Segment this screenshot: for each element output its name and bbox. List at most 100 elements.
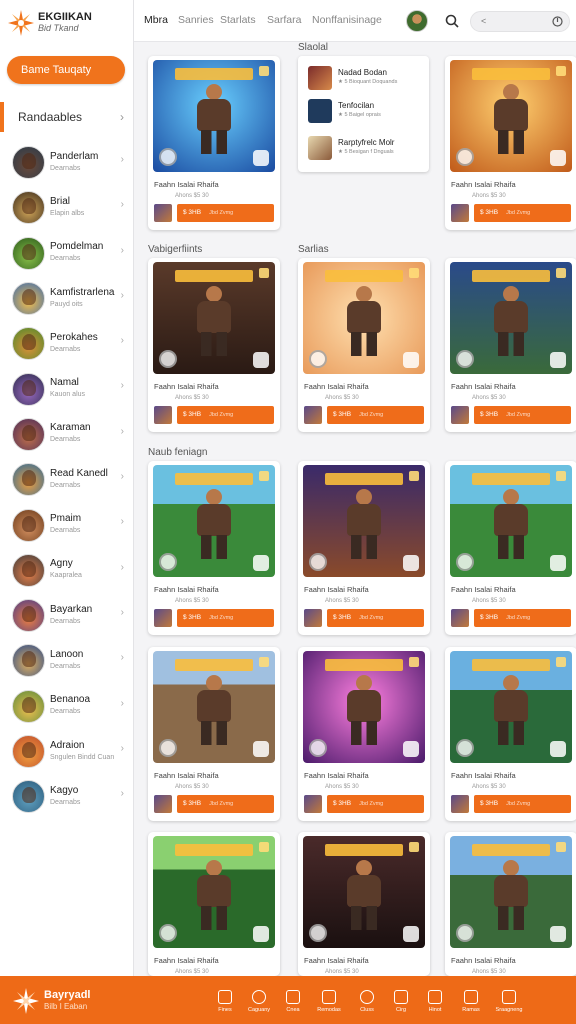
sidebar-item[interactable]: Bayarkan Dearnabs › — [0, 593, 134, 638]
buy-button-label: $ 3HB — [480, 614, 499, 621]
list-item[interactable]: Rarptyfrelc Molr ★ 5 Besigan f Dnguals — [306, 136, 424, 164]
card-title: Faahn Isalai Rhaifa — [154, 382, 219, 391]
sidebar-item[interactable]: Lanoon Dearnabs › — [0, 638, 134, 683]
game-card[interactable]: Faahn Isalai RhaifaAhons $5 30$ 3HBJbd Z… — [148, 647, 280, 821]
game-cover-art — [153, 60, 275, 172]
card-price: Ahons $5 30 — [325, 969, 359, 975]
game-card[interactable]: Faahn Isalai RhaifaAhons $5 30$ 3HBJbd Z… — [298, 461, 430, 635]
sidebar-item[interactable]: Pmaim Dearnabs › — [0, 502, 134, 547]
tab-series[interactable]: Sanries — [178, 14, 214, 26]
sidebar-item[interactable]: Panderlam Dearnabs › — [0, 140, 134, 185]
card-title: Faahn Isalai Rhaifa — [304, 585, 369, 594]
platform-badge-icon — [550, 352, 566, 368]
card-price: Ahons $5 30 — [472, 193, 506, 199]
title-banner — [325, 844, 403, 856]
list-item[interactable]: Tenfocilan ★ 5 Baigel oprais — [306, 99, 424, 127]
chevron-right-icon: › — [120, 788, 124, 800]
tab-nonffanisinage[interactable]: Nonffanisinage — [312, 14, 382, 26]
bottom-nav-item[interactable]: Cnea — [275, 990, 311, 1013]
sidebar-item[interactable]: Read Kanedl Dearnabs › — [0, 457, 134, 502]
game-cover-art — [153, 651, 275, 763]
list-item-name: Nadad Bodan — [338, 68, 387, 77]
bottom-nav-item[interactable]: Remodas — [311, 990, 347, 1013]
card-price: Ahons $5 30 — [175, 395, 209, 401]
tab-stars[interactable]: Starlats — [220, 14, 256, 26]
user-avatar[interactable] — [406, 10, 428, 32]
sidebar-item-sublabel: Dearnabs — [50, 617, 81, 625]
search-icon[interactable] — [444, 13, 460, 29]
game-thumbnail — [154, 406, 172, 424]
game-card[interactable]: Faahn Isalai RhaifaAhons $5 30$ 3HBJbd Z… — [445, 647, 576, 821]
section-sales-label: Sarlias — [298, 244, 329, 255]
title-banner — [175, 270, 253, 282]
sidebar-item[interactable]: Kagyo Dearnabs › — [0, 774, 134, 819]
bottom-nav-item[interactable]: Cirg — [383, 990, 419, 1013]
sidebar-item[interactable]: Karaman Dearnabs › — [0, 412, 134, 457]
game-card[interactable]: Faahn Isalai RhaifaAhons $5 30$ 3HBJbd Z… — [445, 258, 576, 432]
sidebar-item[interactable]: Brial Elapin albs › — [0, 185, 134, 230]
platform-badge-icon — [403, 926, 419, 942]
character-figure — [341, 860, 387, 930]
bottom-nav-label: Ramas — [462, 1007, 480, 1013]
buy-button[interactable]: $ 3HB Jbd Zvmg — [327, 795, 424, 813]
bottom-nav-item[interactable]: Fines — [207, 990, 243, 1013]
game-card[interactable]: Faahn Isalai RhaifaAhons $5 30$ 3HBJbd Z… — [445, 832, 576, 976]
card-price: Ahons $5 30 — [175, 193, 209, 199]
game-card[interactable]: Faahn Isalai RhaifaAhons $5 30$ 3HBJbd Z… — [298, 258, 430, 432]
buy-button[interactable]: $ 3HB Jbd Zvmg — [177, 609, 274, 627]
game-card[interactable]: Faahn Isalai RhaifaAhons $5 30$ 3HBJbd Z… — [298, 647, 430, 821]
sidebar-item[interactable]: Benanoa Dearnabs › — [0, 684, 134, 729]
bottom-nav-item[interactable]: Ramas — [453, 990, 489, 1013]
brand-logo[interactable]: EKGIIKAN Bid Tkand — [8, 10, 92, 36]
buy-button[interactable]: $ 3HB Jbd Zvmg — [474, 406, 571, 424]
sidebar-item-sublabel: Elapin albs — [50, 209, 85, 217]
sidebar-item[interactable]: Agny Kaapralea › — [0, 548, 134, 593]
game-card[interactable]: Faahn Isalai Rhaifa Ahons $5 30 $ 3HBJbd Z… — [148, 258, 280, 432]
sidebar-section-header[interactable]: Randaables › — [0, 102, 134, 132]
brand-title: EKGIIKAN — [38, 11, 92, 23]
buy-button[interactable]: $ 3HB Jbd Zvmg — [327, 609, 424, 627]
sidebar-item[interactable]: Pomdelman Dearnabs › — [0, 231, 134, 276]
buy-button-sublabel: Jbd Zvmg — [209, 801, 234, 807]
buy-button-sublabel: Jbd Zvmg — [359, 615, 384, 621]
tab-sarfara[interactable]: Sarfara — [267, 14, 301, 26]
bottom-nav-item[interactable]: Sraagneng — [491, 990, 527, 1013]
buy-button[interactable]: $ 3HB Jbd Zvmg — [474, 795, 571, 813]
game-thumbnail — [451, 406, 469, 424]
sidebar-item[interactable]: Kamfistrarlena Pauyd oits › — [0, 276, 134, 321]
buy-button[interactable]: $ 3HB Jbd Zvmg — [177, 204, 274, 222]
list-item[interactable]: Nadad Bodan ★ 5 Bioquant Doquands — [306, 66, 424, 94]
buy-button[interactable]: $ 3HB Jbd Zvmg — [177, 406, 274, 424]
footer-logo[interactable]: Bayryadl Bilb I Eaban — [12, 987, 90, 1015]
bottom-bar: Bayryadl Bilb I Eaban Fines Caguany Cnea Re… — [0, 976, 576, 1024]
bottom-nav-item[interactable]: Cluss — [349, 990, 385, 1013]
tab-home[interactable]: Mbra — [144, 14, 168, 26]
game-card[interactable]: Faahn Isalai RhaifaAhons $5 30$ 3HBJbd Z… — [148, 461, 280, 635]
buy-button[interactable]: $ 3HB Jbd Zvmg — [474, 609, 571, 627]
clear-search-icon[interactable] — [552, 16, 563, 27]
ability-orb-icon — [456, 739, 474, 757]
bottom-nav-label: Cnea — [286, 1007, 300, 1013]
game-card[interactable]: Faahn Isalai RhaifaAhons $5 30$ 3HBJbd Z… — [148, 832, 280, 976]
bottom-nav-item[interactable]: Hinot — [417, 990, 453, 1013]
sidebar-item[interactable]: Namal Kauon alus › — [0, 366, 134, 411]
section-featured-label: Slaolal — [298, 42, 329, 53]
buy-button[interactable]: $ 3HB Jbd Zvmg — [327, 406, 424, 424]
buy-button[interactable]: $ 3HB Jbd Zvmg — [177, 795, 274, 813]
bottom-nav-item[interactable]: Caguany — [241, 990, 277, 1013]
game-card[interactable]: Faahn Isalai Rhaifa Ahons $5 30 $ 3HBJbd Z… — [148, 56, 280, 230]
sidebar-item[interactable]: Perokahes Dearnabs › — [0, 321, 134, 366]
game-card[interactable]: Faahn Isalai RhaifaAhons $5 30$ 3HBJbd Z… — [445, 56, 576, 230]
card-title: Faahn Isalai Rhaifa — [154, 956, 219, 965]
sidebar-item-sublabel: Kaapralea — [50, 572, 82, 580]
title-banner — [175, 844, 253, 856]
sidebar-item[interactable]: Adraion Sngulen Bindd Cuan › — [0, 729, 134, 774]
home-icon — [218, 990, 232, 1004]
buy-button[interactable]: $ 3HB Jbd Zvmg — [474, 204, 571, 222]
card-title: Faahn Isalai Rhaifa — [154, 180, 219, 189]
home-button[interactable]: Bame Tauqaty — [7, 56, 125, 84]
card-title: Faahn Isalai Rhaifa — [154, 771, 219, 780]
game-card[interactable]: Faahn Isalai RhaifaAhons $5 30$ 3HBJbd Z… — [298, 832, 430, 976]
search-input[interactable]: < — [470, 11, 570, 32]
game-card[interactable]: Faahn Isalai RhaifaAhons $5 30$ 3HBJbd Z… — [445, 461, 576, 635]
